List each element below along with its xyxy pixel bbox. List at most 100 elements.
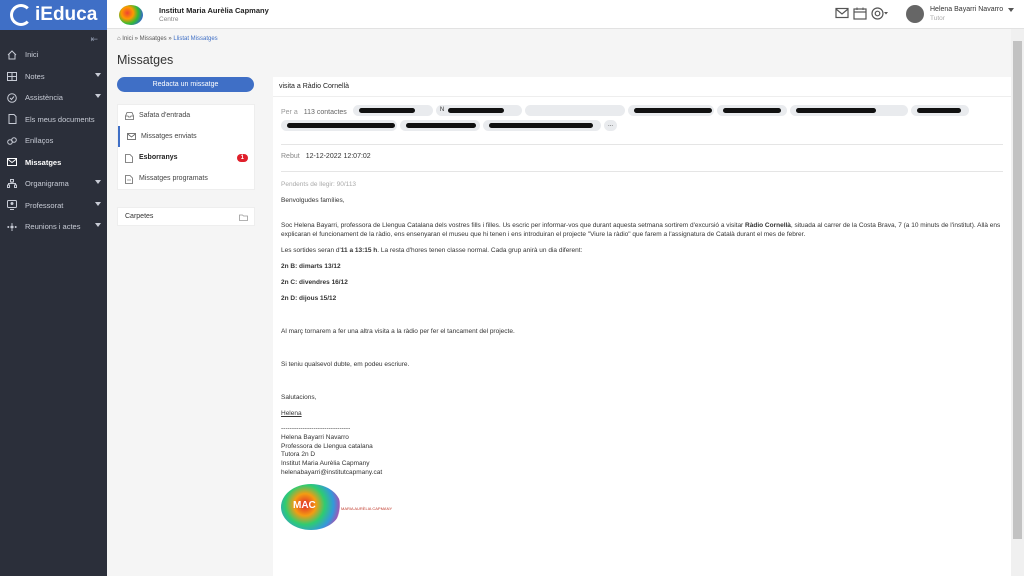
- received-date: 12-12-2022 12:07:02: [305, 153, 371, 160]
- sidebar-item-assist-ncia[interactable]: Assistència: [0, 87, 107, 109]
- group-schedule: 2n C: divendres 16/12: [281, 279, 348, 286]
- chevron-down-icon: [95, 180, 101, 184]
- sidebar-item-notes[interactable]: Notes: [0, 66, 107, 88]
- inbox-icon: [125, 111, 134, 120]
- ieduca-logo-icon: [10, 4, 32, 26]
- folders-section[interactable]: Carpetes: [117, 207, 255, 226]
- divider: [281, 144, 1003, 145]
- page-title: Missatges: [117, 53, 174, 67]
- sidebar: iEduca ⇤ Inici Notes Assistència Els meus d…: [0, 0, 107, 576]
- closing: Salutacions,: [281, 394, 317, 401]
- signature-email[interactable]: helenabayarri@institutcapmany.cat: [281, 469, 1003, 478]
- folder-list: Safata d'entrada Missatges enviats Esborra…: [117, 104, 255, 190]
- greeting: Benvolgudes famílies,: [281, 197, 345, 204]
- school-name: Institut Maria Aurèlia Capmany: [159, 6, 269, 15]
- breadcrumb-home[interactable]: Inici: [122, 36, 133, 42]
- home-icon: [6, 50, 18, 60]
- sidebar-item-label: Professorat: [25, 200, 64, 210]
- recipient-chip[interactable]: [352, 105, 433, 116]
- signature-name: Helena: [281, 410, 302, 417]
- chevron-down-icon: [95, 94, 101, 98]
- sidebar-item-reunions-i-actes[interactable]: Reunions i actes: [0, 216, 107, 238]
- breadcrumb-current[interactable]: Llistat Missatges: [173, 36, 217, 42]
- chevron-down-icon: [95, 223, 101, 227]
- scrollbar[interactable]: [1011, 29, 1024, 576]
- folder-missatges-programats[interactable]: Missatges programats: [118, 168, 254, 189]
- redacted-name: [633, 108, 712, 113]
- sidebar-item-inici[interactable]: Inici: [0, 44, 107, 66]
- message-body: Benvolgudes famílies, Soc Helena Bayarri…: [281, 196, 1003, 530]
- redacted-name: [916, 108, 961, 113]
- sidebar-item-organigrama[interactable]: Organigrama: [0, 173, 107, 195]
- sidebar-item-label: Els meus documents: [25, 114, 95, 124]
- folder-label: Missatges programats: [139, 175, 208, 182]
- folder-missatges-enviats[interactable]: Missatges enviats: [118, 126, 254, 147]
- recipients: Per a 113 contactes N...: [281, 105, 1003, 135]
- envelope-icon: [127, 132, 136, 141]
- body-paragraph: Soc Helena Bayarri, professora de Llengu…: [281, 222, 1001, 238]
- school-logo-image: MAC MARIA AURÈLIA CAPMANY: [281, 483, 392, 530]
- check-circle-icon: [6, 92, 18, 103]
- help-lifebuoy-icon[interactable]: [871, 7, 889, 22]
- breadcrumb: ⌂ Inici » Missatges » Llistat Missatges: [117, 36, 218, 42]
- pending-read-count[interactable]: Pendents de llegir: 90/113: [281, 181, 356, 188]
- sidebar-item-els-meus-documents[interactable]: Els meus documents: [0, 109, 107, 131]
- recipient-chip[interactable]: [281, 119, 397, 131]
- received-row: Rebut 12-12-2022 12:07:02: [281, 153, 371, 160]
- more-recipients-button[interactable]: ...: [604, 119, 618, 131]
- sidebar-item-label: Notes: [25, 71, 45, 81]
- folder-label: Esborranys: [139, 154, 178, 161]
- received-label: Rebut: [281, 153, 300, 160]
- link-icon: [6, 136, 18, 146]
- scrollbar-thumb[interactable]: [1013, 41, 1022, 539]
- collapse-sidebar-icon[interactable]: ⇤: [0, 30, 107, 44]
- folder-esborranys[interactable]: Esborranys 1: [118, 147, 254, 168]
- recipient-chip[interactable]: [524, 105, 625, 116]
- scheduled-icon: [125, 174, 134, 184]
- redacted-name: [358, 108, 415, 113]
- chevron-down-icon[interactable]: [1008, 8, 1014, 12]
- sidebar-item-label: Enllaços: [25, 136, 54, 146]
- app-logo[interactable]: iEduca: [0, 0, 107, 30]
- compose-message-button[interactable]: Redacta un missatge: [117, 77, 254, 92]
- body-paragraph: Al març tornarem a fer una altra visita …: [281, 328, 515, 335]
- user-name[interactable]: Helena Bayarri Navarro: [930, 6, 1003, 13]
- sidebar-item-enlla-os[interactable]: Enllaços: [0, 130, 107, 152]
- recipients-label: Per a: [281, 108, 298, 116]
- sidebar-item-professorat[interactable]: Professorat: [0, 195, 107, 217]
- breadcrumb-separator: »: [132, 36, 140, 42]
- unread-badge: 1: [236, 154, 248, 162]
- body-paragraph: Les sortides seran d'11 a 13:15 h. La re…: [281, 247, 583, 254]
- add-folder-icon[interactable]: [239, 214, 248, 223]
- sidebar-item-missatges[interactable]: Missatges: [0, 152, 107, 174]
- recipient-chip[interactable]: [716, 105, 787, 116]
- recipient-chip[interactable]: [400, 119, 480, 131]
- folder-label: Safata d'entrada: [139, 112, 191, 119]
- document-icon: [6, 114, 18, 125]
- meeting-icon: [6, 222, 18, 232]
- grid-icon: [6, 71, 18, 81]
- folder-label: Missatges enviats: [141, 133, 197, 140]
- recipient-chip[interactable]: N: [435, 105, 522, 116]
- home-icon[interactable]: ⌂: [117, 36, 121, 42]
- avatar[interactable]: [906, 5, 924, 23]
- sidebar-item-label: Missatges: [25, 157, 62, 167]
- breadcrumb-missatges[interactable]: Missatges: [140, 36, 167, 42]
- redacted-name: [795, 108, 876, 113]
- envelope-icon: [6, 157, 18, 167]
- recipient-chip[interactable]: [483, 119, 601, 131]
- recipient-chip[interactable]: [627, 105, 714, 116]
- recipient-chip[interactable]: [910, 105, 969, 116]
- signature-line: --------------------------------: [281, 425, 351, 432]
- calendar-icon[interactable]: [853, 7, 867, 22]
- recipient-chip[interactable]: [789, 105, 908, 116]
- group-schedule: 2n B: dimarts 13/12: [281, 263, 341, 270]
- recipients-count[interactable]: 113 contactes: [304, 109, 347, 116]
- sidebar-item-label: Assistència: [25, 93, 63, 103]
- message-view: visita a Ràdio Cornellà Per a 113 contact…: [273, 77, 1011, 576]
- teacher-icon: [6, 200, 18, 211]
- folder-safata-d-entrada[interactable]: Safata d'entrada: [118, 105, 254, 126]
- messages-icon[interactable]: [835, 7, 849, 22]
- signature-text: Tutora 2n D: [281, 451, 316, 459]
- signature-text: Professora de Llengua catalana: [281, 442, 373, 450]
